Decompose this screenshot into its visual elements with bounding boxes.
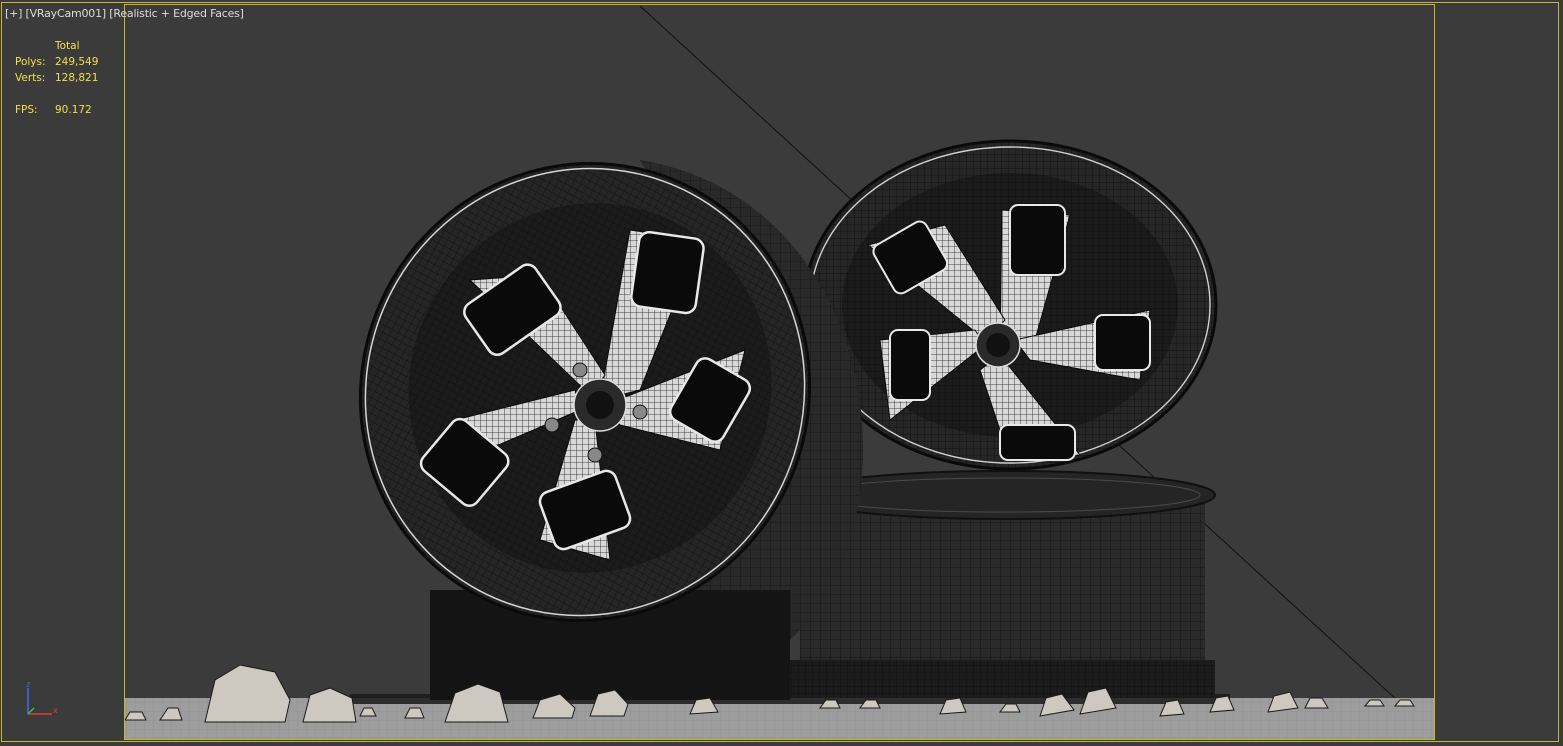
axis-z-label: z bbox=[26, 680, 30, 689]
verts-label: Verts: bbox=[15, 72, 46, 84]
camera-viewport[interactable]: [+] [VRayCam001] [Realistic + Edged Face… bbox=[0, 0, 1563, 746]
shading-mode-selector[interactable]: [Realistic + Edged Faces] bbox=[109, 7, 244, 20]
viewport-scene[interactable] bbox=[0, 0, 1563, 746]
polys-value: 249,549 bbox=[55, 56, 99, 68]
camera-selector[interactable]: [VRayCam001] bbox=[26, 7, 107, 20]
fps-value: 90.172 bbox=[55, 104, 92, 116]
fps-label: FPS: bbox=[15, 104, 38, 116]
axis-x-label: x bbox=[53, 706, 58, 715]
viewport-menu-button[interactable]: [+] bbox=[5, 7, 22, 20]
verts-value: 128,821 bbox=[55, 72, 99, 84]
stats-header: Total bbox=[55, 40, 80, 52]
rear-rim[interactable] bbox=[802, 139, 1218, 471]
viewport-label: [+] [VRayCam001] [Realistic + Edged Face… bbox=[5, 7, 244, 20]
polys-label: Polys: bbox=[15, 56, 46, 68]
axis-tripod-icon: z x bbox=[26, 680, 58, 715]
